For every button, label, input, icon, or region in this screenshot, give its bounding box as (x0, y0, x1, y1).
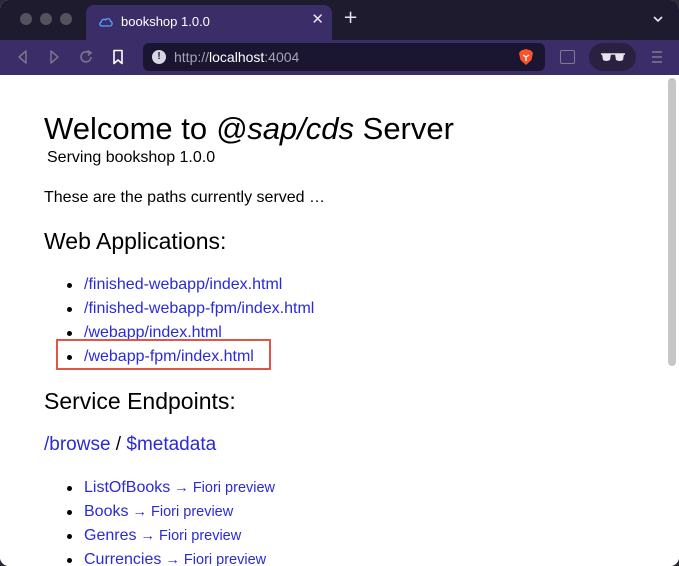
fiori-preview-label: Fiori preview (183, 552, 267, 566)
browse-service-link[interactable]: /browse (44, 434, 111, 455)
private-window-badge[interactable] (589, 43, 636, 71)
metadata-link[interactable]: $metadata (126, 434, 216, 455)
entity-link-currencies[interactable]: Currencies (84, 551, 161, 566)
site-info-icon[interactable]: ! (152, 50, 166, 64)
forward-icon[interactable] (45, 48, 63, 66)
url-scheme: http:// (174, 49, 210, 65)
url-port: :4004 (264, 49, 300, 65)
minimize-window-button[interactable] (40, 13, 52, 25)
cloud-favicon-icon (99, 18, 113, 27)
browser-window: bookshop 1.0.0 ✕ + ! http://localhost:40… (0, 0, 679, 566)
intro-text: These are the paths currently served … (44, 189, 326, 206)
sidebar-toggle-icon[interactable] (560, 50, 575, 64)
arrow-icon: → (136, 528, 160, 544)
fiori-preview-link[interactable]: → Fiori preview (161, 552, 266, 566)
brave-shields-icon[interactable] (518, 48, 534, 66)
tab-strip: bookshop 1.0.0 ✕ + (0, 0, 679, 40)
url-text[interactable]: http://localhost:4004 (174, 49, 299, 65)
entity-link-books[interactable]: Books (84, 503, 128, 520)
highlight-box (56, 339, 271, 370)
list-item: /finished-webapp/index.html (44, 273, 314, 297)
fiori-preview-label: Fiori preview (159, 528, 242, 544)
list-item: ListOfBooks → Fiori preview (44, 476, 275, 500)
arrow-icon: → (128, 504, 152, 520)
service-endpoints-heading: Service Endpoints: (44, 388, 236, 414)
endpoint-separator: / (110, 434, 127, 455)
reload-icon[interactable] (77, 48, 95, 66)
url-host: localhost (209, 49, 265, 65)
arrow-icon: → (170, 480, 193, 496)
fiori-preview-label: Fiori preview (151, 504, 234, 520)
entity-link-genres[interactable]: Genres (84, 527, 136, 544)
page-title: Welcome to @sap/cds Server (44, 111, 454, 147)
bookmark-icon[interactable] (109, 48, 127, 66)
arrow-icon: → (161, 552, 184, 566)
webapp-link-finished-fpm[interactable]: /finished-webapp-fpm/index.html (84, 300, 314, 317)
list-item: Genres → Fiori preview (44, 524, 275, 548)
list-item: Books → Fiori preview (44, 500, 275, 524)
web-applications-heading: Web Applications: (44, 228, 227, 254)
fiori-preview-link[interactable]: → Fiori preview (136, 528, 241, 544)
page-content: Welcome to @sap/cds Server Serving books… (0, 75, 679, 566)
fiori-preview-link[interactable]: → Fiori preview (170, 480, 275, 496)
service-endpoint-line: /browse / $metadata (44, 434, 216, 456)
navigation-toolbar: ! http://localhost:4004 (0, 40, 679, 75)
glasses-icon (601, 53, 625, 61)
tab-close-icon[interactable]: ✕ (311, 12, 324, 27)
title-suffix: Server (354, 111, 454, 146)
list-item: /finished-webapp-fpm/index.html (44, 297, 314, 321)
hamburger-menu-icon[interactable] (651, 50, 663, 64)
close-window-button[interactable] (20, 13, 32, 25)
title-package: @sap/cds (215, 111, 355, 146)
page-subtitle: Serving bookshop 1.0.0 (47, 149, 216, 166)
fiori-preview-label: Fiori preview (192, 480, 276, 496)
fiori-preview-link[interactable]: → Fiori preview (128, 504, 233, 520)
entity-list: ListOfBooks → Fiori preview Books → Fior… (44, 476, 275, 566)
title-prefix: Welcome to (44, 111, 216, 146)
entity-link-listofbooks[interactable]: ListOfBooks (84, 479, 170, 496)
zoom-window-button[interactable] (60, 13, 72, 25)
chevron-down-icon[interactable] (652, 13, 664, 25)
vertical-scrollbar[interactable] (668, 78, 676, 366)
address-bar[interactable]: ! http://localhost:4004 (143, 43, 545, 71)
webapp-link-finished[interactable]: /finished-webapp/index.html (84, 276, 282, 293)
back-icon[interactable] (14, 48, 32, 66)
tab-bookshop[interactable]: bookshop 1.0.0 ✕ (86, 5, 332, 40)
new-tab-icon[interactable]: + (343, 9, 358, 27)
list-item: Currencies → Fiori preview (44, 548, 275, 566)
tab-title: bookshop 1.0.0 (121, 14, 210, 29)
